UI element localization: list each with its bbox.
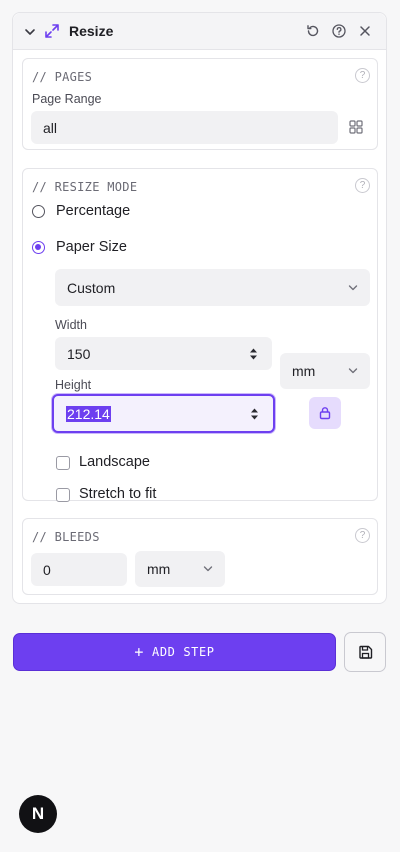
bleeds-section-title: // BLEEDS xyxy=(32,530,100,544)
plus-icon: + xyxy=(134,643,145,661)
save-button[interactable] xyxy=(344,632,386,672)
resize-step-panel: Resize // PAGES ? Page Range all // RESI… xyxy=(12,12,387,604)
page-range-label: Page Range xyxy=(32,92,102,106)
help-button[interactable] xyxy=(331,23,347,39)
add-step-button[interactable]: + ADD STEP xyxy=(13,633,336,671)
add-step-label: ADD STEP xyxy=(152,645,215,659)
height-label: Height xyxy=(55,378,92,392)
reset-button[interactable] xyxy=(305,23,321,39)
resize-icon xyxy=(45,24,59,38)
width-value: 150 xyxy=(67,345,91,362)
dimension-unit-select[interactable]: mm xyxy=(280,353,370,389)
percentage-radio[interactable] xyxy=(32,205,45,218)
dimension-unit-value: mm xyxy=(292,363,316,379)
height-value: 212.14 xyxy=(66,405,111,422)
avatar-letter: N xyxy=(31,804,45,823)
paper-size-radio[interactable] xyxy=(32,241,45,254)
page-grid-icon[interactable] xyxy=(349,120,363,134)
pages-section-title: // PAGES xyxy=(32,70,93,84)
resize-mode-section-title: // RESIZE MODE xyxy=(32,180,138,194)
bleeds-section: // BLEEDS ? 0 mm xyxy=(22,518,378,595)
resize-mode-help-icon[interactable]: ? xyxy=(355,178,370,193)
stretch-to-fit-checkbox[interactable] xyxy=(56,488,70,502)
step-title: Resize xyxy=(69,23,114,39)
width-label: Width xyxy=(55,318,87,332)
pages-section: // PAGES ? Page Range all xyxy=(22,58,378,150)
resize-mode-section: // RESIZE MODE ? Percentage Paper Size C… xyxy=(22,168,378,502)
width-input[interactable]: 150 xyxy=(55,337,272,370)
collapse-chevron-icon[interactable] xyxy=(23,25,37,39)
stepper-icon[interactable] xyxy=(249,347,258,361)
page-range-input[interactable]: all xyxy=(31,111,338,144)
aspect-lock-button[interactable] xyxy=(309,397,341,429)
stepper-icon[interactable] xyxy=(250,407,259,421)
landscape-label[interactable]: Landscape xyxy=(79,454,150,470)
bleeds-input[interactable]: 0 xyxy=(31,553,127,586)
bleeds-help-icon[interactable]: ? xyxy=(355,528,370,543)
app-avatar[interactable]: N xyxy=(19,795,57,833)
lock-icon xyxy=(319,407,331,420)
height-input[interactable]: 212.14 xyxy=(52,394,275,433)
percentage-label[interactable]: Percentage xyxy=(56,203,130,219)
stretch-to-fit-label[interactable]: Stretch to fit xyxy=(79,486,156,502)
help-circle-icon xyxy=(332,24,346,38)
step-header: Resize xyxy=(13,13,386,50)
chevron-down-icon xyxy=(348,368,358,374)
bleeds-unit-select[interactable]: mm xyxy=(135,551,225,587)
paper-size-select[interactable]: Custom xyxy=(55,269,370,306)
bleeds-unit-value: mm xyxy=(147,561,171,577)
page-range-value: all xyxy=(43,119,58,136)
paper-size-label[interactable]: Paper Size xyxy=(56,239,127,255)
pages-help-icon[interactable]: ? xyxy=(355,68,370,83)
paper-size-value: Custom xyxy=(67,279,116,296)
landscape-checkbox[interactable] xyxy=(56,456,70,470)
save-icon xyxy=(358,645,372,659)
reset-icon xyxy=(307,25,319,37)
close-button[interactable] xyxy=(357,23,373,39)
close-icon xyxy=(360,26,370,36)
chevron-down-icon xyxy=(203,566,213,572)
bleeds-value: 0 xyxy=(43,561,51,578)
chevron-down-icon xyxy=(348,284,358,290)
